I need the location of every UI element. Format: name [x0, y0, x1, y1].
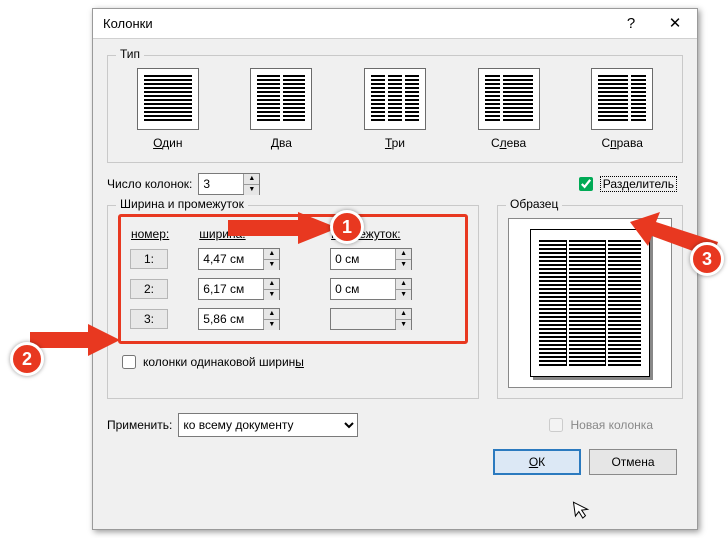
- preset-one[interactable]: Один: [137, 68, 199, 150]
- row2-gap-spinner[interactable]: ▲▼: [330, 278, 412, 300]
- new-column-label: Новая колонка: [570, 418, 653, 432]
- preset-right[interactable]: Справа: [591, 68, 653, 150]
- dialog-content: Тип Один Два Три Слева: [93, 39, 697, 485]
- preset-left-icon: [478, 68, 540, 130]
- preset-two-icon: [250, 68, 312, 130]
- row3-num: 3:: [130, 309, 168, 329]
- callout-2: 2: [10, 342, 44, 376]
- spin-down-icon[interactable]: ▼: [264, 290, 279, 300]
- spin-down-icon[interactable]: ▼: [264, 320, 279, 330]
- preset-three-label: Три: [385, 136, 405, 150]
- button-row: ОК Отмена: [107, 449, 683, 475]
- row1-width-spinner[interactable]: ▲▼: [198, 248, 280, 270]
- ncount-row: Число колонок: ▲ ▼ Разделитель: [107, 173, 683, 195]
- new-column-checkbox: [549, 418, 563, 432]
- preset-one-icon: [137, 68, 199, 130]
- type-group-label: Тип: [116, 47, 144, 61]
- arrow-1-icon: [228, 208, 338, 248]
- spin-down-icon[interactable]: ▼: [396, 320, 411, 330]
- ncount-input[interactable]: [199, 174, 243, 194]
- ncount-label: Число колонок:: [107, 177, 192, 191]
- spin-up-icon[interactable]: ▲: [264, 309, 279, 320]
- cancel-button[interactable]: Отмена: [589, 449, 677, 475]
- table-row: 2: ▲▼ ▲▼: [129, 277, 457, 301]
- table-row: 3: ▲▼ ▲▼: [129, 307, 457, 331]
- row3-width-spinner[interactable]: ▲▼: [198, 308, 280, 330]
- row1-width-input[interactable]: [199, 249, 263, 269]
- spin-up-icon[interactable]: ▲: [396, 279, 411, 290]
- row2-width-input[interactable]: [199, 279, 263, 299]
- row2-num: 2:: [130, 279, 168, 299]
- spin-down-icon[interactable]: ▼: [396, 290, 411, 300]
- preset-right-icon: [591, 68, 653, 130]
- new-column-row: Новая колонка: [545, 415, 653, 435]
- ncount-up-icon[interactable]: ▲: [244, 174, 259, 185]
- preset-two-label: Два: [271, 136, 292, 150]
- spin-up-icon[interactable]: ▲: [264, 249, 279, 260]
- row3-gap-spinner[interactable]: ▲▼: [330, 308, 412, 330]
- ok-button[interactable]: ОК: [493, 449, 581, 475]
- preset-one-label: Один: [153, 136, 182, 150]
- titlebar: Колонки ? ✕: [93, 9, 697, 39]
- separator-checkbox[interactable]: [579, 177, 593, 191]
- sample-group-label: Образец: [506, 197, 562, 211]
- equal-width-checkbox[interactable]: [122, 355, 136, 369]
- presets-row: Один Два Три Слева Справа: [118, 64, 672, 152]
- row3-width-input[interactable]: [199, 309, 263, 329]
- columns-dialog: Колонки ? ✕ Тип Один Два Три: [92, 8, 698, 530]
- preset-three[interactable]: Три: [364, 68, 426, 150]
- spin-down-icon[interactable]: ▼: [396, 260, 411, 270]
- callout-3: 3: [690, 242, 724, 276]
- apply-label: Применить:: [107, 418, 172, 432]
- equal-width-label: колонки одинаковой ширины: [143, 355, 304, 369]
- preset-three-icon: [364, 68, 426, 130]
- equal-width-row[interactable]: колонки одинаковой ширины: [118, 352, 468, 372]
- preset-left-label: Слева: [491, 136, 526, 150]
- row1-gap-input[interactable]: [331, 249, 395, 269]
- table-row: 1: ▲▼ ▲▼: [129, 247, 457, 271]
- ncount-spinner[interactable]: ▲ ▼: [198, 173, 260, 195]
- apply-select[interactable]: ко всему документу: [178, 413, 358, 437]
- preset-two[interactable]: Два: [250, 68, 312, 150]
- spin-up-icon[interactable]: ▲: [264, 279, 279, 290]
- close-button[interactable]: ✕: [653, 10, 697, 38]
- header-num: номер:: [129, 227, 193, 241]
- row1-num: 1:: [130, 249, 168, 269]
- spin-up-icon[interactable]: ▲: [396, 309, 411, 320]
- type-group: Тип Один Два Три Слева: [107, 55, 683, 163]
- spin-up-icon[interactable]: ▲: [396, 249, 411, 260]
- row2-gap-input[interactable]: [331, 279, 395, 299]
- preset-right-label: Справа: [601, 136, 642, 150]
- preset-left[interactable]: Слева: [478, 68, 540, 150]
- row1-gap-spinner[interactable]: ▲▼: [330, 248, 412, 270]
- separator-label: Разделитель: [600, 176, 677, 192]
- spin-down-icon[interactable]: ▼: [264, 260, 279, 270]
- row2-width-spinner[interactable]: ▲▼: [198, 278, 280, 300]
- dialog-title: Колонки: [103, 16, 609, 31]
- separator-checkbox-row[interactable]: Разделитель: [575, 174, 677, 194]
- apply-row: Применить: ко всему документу Новая коло…: [107, 413, 683, 437]
- row3-gap-input: [331, 309, 395, 329]
- help-button[interactable]: ?: [609, 10, 653, 38]
- ncount-down-icon[interactable]: ▼: [244, 185, 259, 195]
- callout-1: 1: [330, 210, 364, 244]
